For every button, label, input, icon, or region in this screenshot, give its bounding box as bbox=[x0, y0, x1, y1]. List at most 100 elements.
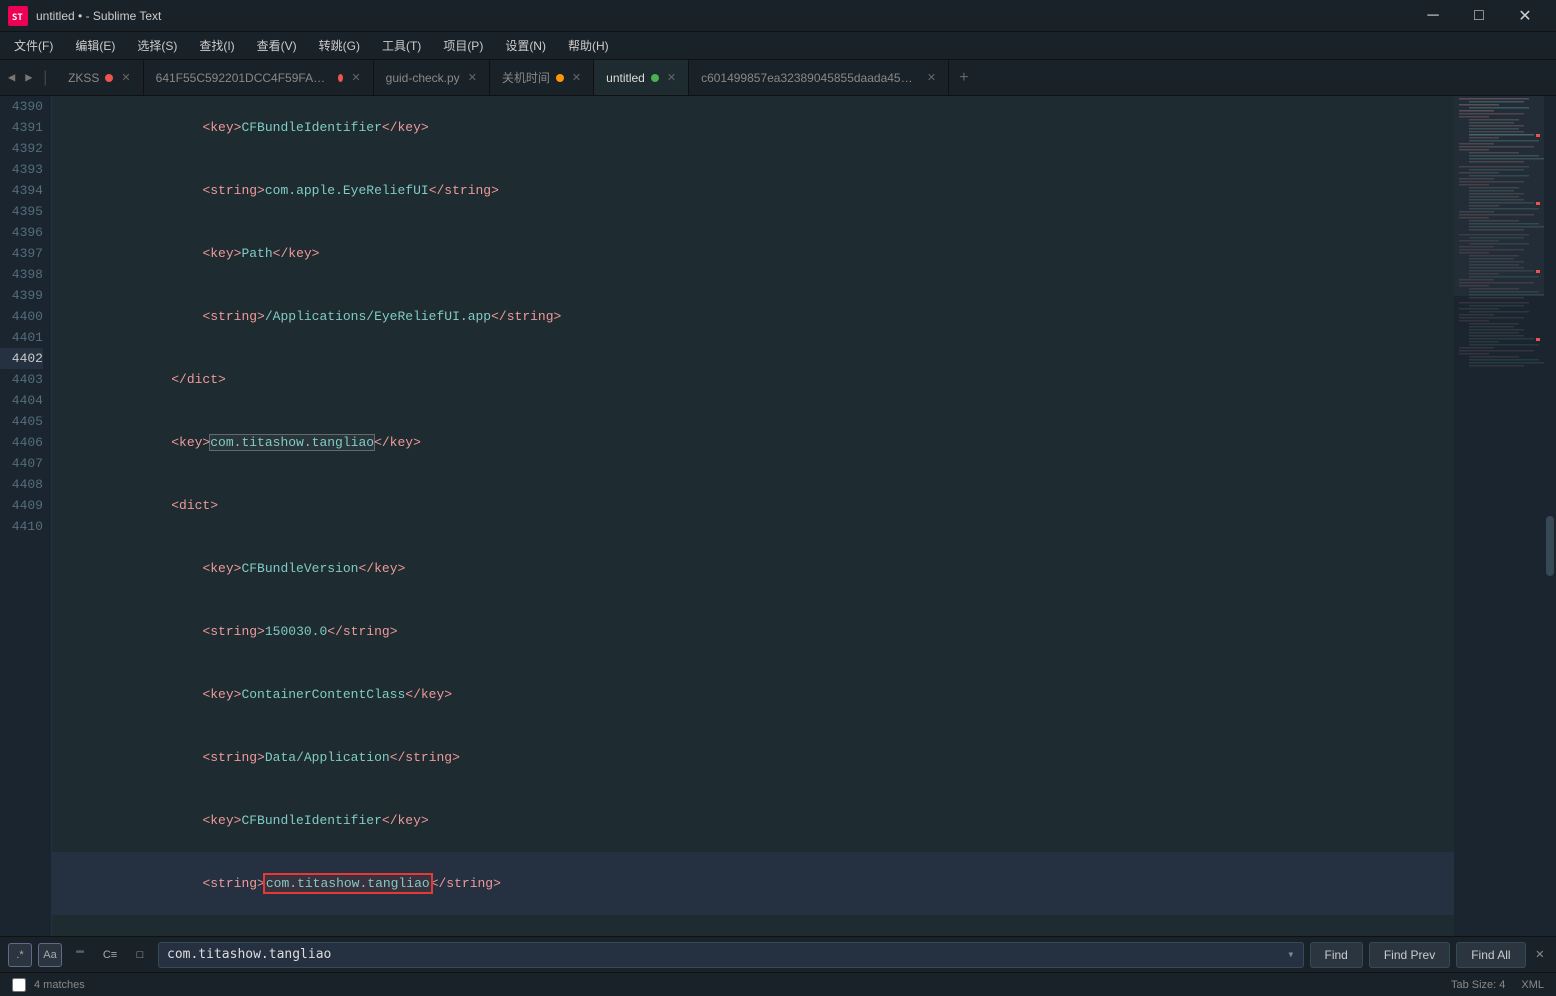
vertical-scrollbar[interactable] bbox=[1544, 96, 1556, 936]
tab-zkss[interactable]: ZKSS ✕ bbox=[56, 60, 144, 95]
menu-select[interactable]: 选择(S) bbox=[127, 33, 187, 58]
tab-shutdown-close[interactable]: ✕ bbox=[572, 71, 581, 84]
titlebar: ST untitled • - Sublime Text ─ □ ✕ bbox=[0, 0, 1556, 32]
statusbar-left: 4 matches bbox=[12, 978, 85, 992]
menu-edit[interactable]: 编辑(E) bbox=[65, 33, 125, 58]
line-num-4390: 4390 bbox=[0, 96, 43, 117]
line-num-4407: 4407 bbox=[0, 453, 43, 474]
line-num-4400: 4400 bbox=[0, 306, 43, 327]
tab-guid-label: guid-check.py bbox=[386, 71, 460, 85]
tab-shutdown-dot bbox=[556, 74, 564, 82]
tab-guid-close[interactable]: ✕ bbox=[468, 71, 477, 84]
maximize-button[interactable]: □ bbox=[1456, 0, 1502, 32]
search-dropdown-arrow[interactable]: ▾ bbox=[1287, 947, 1294, 962]
regex-toggle[interactable]: .* bbox=[8, 943, 32, 967]
tab-untitled-label: untitled bbox=[606, 71, 645, 85]
menu-project[interactable]: 项目(P) bbox=[433, 33, 493, 58]
statusbar-checkbox[interactable] bbox=[12, 978, 26, 992]
searchbar: .* Aa "" C≡ □ ▾ Find Find Prev Find All … bbox=[0, 936, 1556, 972]
line-num-4392: 4392 bbox=[0, 138, 43, 159]
line-num-4398: 4398 bbox=[0, 264, 43, 285]
line-num-4404: 4404 bbox=[0, 390, 43, 411]
code-line-4394: </dict> bbox=[52, 348, 1454, 411]
tab-nav-right[interactable]: ▶ bbox=[21, 68, 36, 87]
tab-bitlocker-label: c601499857ea32389045855daada453f.Bitlock… bbox=[701, 71, 919, 85]
menu-help[interactable]: 帮助(H) bbox=[558, 33, 619, 58]
code-line-4399: <key>ContainerContentClass</key> bbox=[52, 663, 1454, 726]
line-num-4397: 4397 bbox=[0, 243, 43, 264]
tab-shutdown[interactable]: 关机时间 ✕ bbox=[490, 60, 594, 95]
context-toggle[interactable]: C≡ bbox=[98, 943, 122, 967]
close-button[interactable]: ✕ bbox=[1502, 0, 1548, 32]
tab-guid[interactable]: guid-check.py ✕ bbox=[374, 60, 490, 95]
menu-settings[interactable]: 设置(N) bbox=[495, 33, 556, 58]
line-num-4406: 4406 bbox=[0, 432, 43, 453]
minimap[interactable] bbox=[1454, 96, 1544, 936]
tab-bitlocker-close[interactable]: ✕ bbox=[927, 71, 936, 84]
search-close-button[interactable]: ✕ bbox=[1532, 946, 1548, 963]
code-line-4390: <key>CFBundleIdentifier</key> bbox=[52, 96, 1454, 159]
menubar: 文件(F) 编辑(E) 选择(S) 查找(I) 查看(V) 转跳(G) 工具(T… bbox=[0, 32, 1556, 60]
tab-zkss-label: ZKSS bbox=[68, 71, 99, 85]
code-line-4400: <string>Data/Application</string> bbox=[52, 726, 1454, 789]
line-num-4393: 4393 bbox=[0, 159, 43, 180]
code-line-4395: <key>com.titashow.tangliao</key> bbox=[52, 411, 1454, 474]
find-prev-button[interactable]: Find Prev bbox=[1369, 942, 1450, 968]
code-line-4392: <key>Path</key> bbox=[52, 222, 1454, 285]
code-area[interactable]: <key>CFBundleIdentifier</key> <string>co… bbox=[52, 96, 1454, 936]
minimap-svg bbox=[1454, 96, 1544, 936]
tab-size[interactable]: Tab Size: 4 bbox=[1451, 979, 1505, 991]
tab-add-button[interactable]: + bbox=[949, 60, 979, 95]
line-num-4401: 4401 bbox=[0, 327, 43, 348]
menu-file[interactable]: 文件(F) bbox=[4, 33, 63, 58]
code-line-4401: <key>CFBundleIdentifier</key> bbox=[52, 789, 1454, 852]
menu-view[interactable]: 查看(V) bbox=[247, 33, 307, 58]
code-line-4403: <key>Path</key> bbox=[52, 915, 1454, 936]
word-toggle[interactable]: "" bbox=[68, 943, 92, 967]
tab-nav-left[interactable]: ◀ bbox=[4, 68, 19, 87]
tab-json-label: 641F55C592201DCC4F59FACC72EA54DA-1.json.… bbox=[156, 71, 333, 85]
titlebar-controls: ─ □ ✕ bbox=[1410, 0, 1548, 32]
tab-untitled[interactable]: untitled ✕ bbox=[594, 60, 689, 95]
statusbar: 4 matches Tab Size: 4 XML bbox=[0, 972, 1556, 996]
find-button[interactable]: Find bbox=[1310, 942, 1363, 968]
editor-main: 4390 4391 4392 4393 4394 4395 4396 4397 … bbox=[0, 96, 1556, 936]
case-toggle[interactable]: Aa bbox=[38, 943, 62, 967]
line-num-4405: 4405 bbox=[0, 411, 43, 432]
line-num-4396: 4396 bbox=[0, 222, 43, 243]
tab-json[interactable]: 641F55C592201DCC4F59FACC72EA54DA-1.json.… bbox=[144, 60, 374, 95]
wrap-toggle[interactable]: □ bbox=[128, 943, 152, 967]
line-num-4399: 4399 bbox=[0, 285, 43, 306]
line-num-4402: 4402 bbox=[0, 348, 43, 369]
menu-find[interactable]: 查找(I) bbox=[189, 33, 244, 58]
line-num-4408: 4408 bbox=[0, 474, 43, 495]
tab-untitled-dot bbox=[651, 74, 659, 82]
line-numbers: 4390 4391 4392 4393 4394 4395 4396 4397 … bbox=[0, 96, 52, 936]
svg-text:ST: ST bbox=[12, 13, 23, 23]
line-num-4391: 4391 bbox=[0, 117, 43, 138]
search-input[interactable] bbox=[167, 947, 1287, 962]
statusbar-right: Tab Size: 4 XML bbox=[1451, 979, 1544, 991]
syntax[interactable]: XML bbox=[1521, 979, 1544, 991]
code-line-4391: <string>com.apple.EyeReliefUI</string> bbox=[52, 159, 1454, 222]
title-text: untitled • - Sublime Text bbox=[36, 9, 161, 23]
scrollbar-thumb[interactable] bbox=[1546, 516, 1554, 576]
tabbar-nav: ◀ ▶ | bbox=[0, 60, 56, 95]
code-line-4396: <dict> bbox=[52, 474, 1454, 537]
tab-untitled-close[interactable]: ✕ bbox=[667, 71, 676, 84]
find-all-button[interactable]: Find All bbox=[1456, 942, 1525, 968]
line-num-4394: 4394 bbox=[0, 180, 43, 201]
tab-bitlocker[interactable]: c601499857ea32389045855daada453f.Bitlock… bbox=[689, 60, 949, 95]
tab-json-close[interactable]: ✕ bbox=[351, 71, 360, 84]
tab-zkss-close[interactable]: ✕ bbox=[121, 71, 130, 84]
tabbar-tabs: ZKSS ✕ 641F55C592201DCC4F59FACC72EA54DA-… bbox=[56, 60, 1556, 95]
nav-separator: | bbox=[38, 69, 52, 87]
search-input-wrap: ▾ bbox=[158, 942, 1304, 968]
tabbar: ◀ ▶ | ZKSS ✕ 641F55C592201DCC4F59FACC72E… bbox=[0, 60, 1556, 96]
titlebar-left: ST untitled • - Sublime Text bbox=[8, 6, 161, 26]
minimize-button[interactable]: ─ bbox=[1410, 0, 1456, 32]
tab-shutdown-label: 关机时间 bbox=[502, 69, 550, 86]
menu-tools[interactable]: 工具(T) bbox=[372, 33, 431, 58]
menu-goto[interactable]: 转跳(G) bbox=[309, 33, 370, 58]
match-count: 4 matches bbox=[34, 979, 85, 991]
